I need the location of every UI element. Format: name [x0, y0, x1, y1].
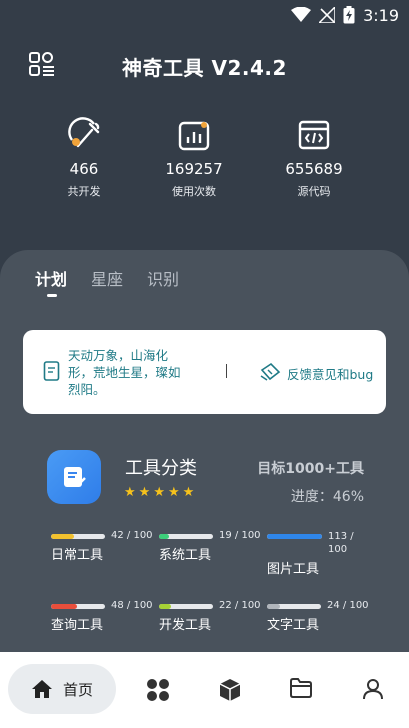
category-icon: [47, 450, 101, 504]
home-icon: [31, 680, 52, 698]
progress-bar: [267, 534, 322, 539]
stat-value: 466: [69, 160, 99, 178]
progress-bar: [51, 534, 105, 539]
user-icon[interactable]: [362, 678, 384, 700]
tool-name: 日常工具: [51, 548, 104, 563]
nav-home[interactable]: 首页: [8, 664, 116, 714]
tool-name: 系统工具: [159, 548, 212, 563]
app-header: 神奇工具 V2.4.2: [0, 44, 409, 84]
star-icon: ★: [182, 485, 195, 500]
wifi-icon: [291, 7, 312, 22]
stat-label: 共开发: [67, 185, 101, 198]
star-icon: ★: [153, 485, 165, 500]
progress-fill: [159, 604, 171, 609]
category-title: 工具分类: [125, 458, 197, 479]
tool-count: 42 / 100: [111, 530, 153, 541]
wrench-icon: [68, 117, 100, 148]
tool-count: 22 / 100: [219, 600, 261, 611]
progress-fill: [51, 534, 74, 539]
stat-source-code: 655689 源代码: [259, 114, 369, 199]
stat-developed: 466 共开发: [29, 114, 139, 199]
tool-count: 24 / 100: [327, 600, 369, 611]
star-icon: ★: [138, 485, 151, 500]
divider: [226, 364, 227, 378]
tool-count: 113 / 100: [328, 531, 354, 555]
star-icon: ★: [167, 485, 180, 500]
tab-constellation[interactable]: 星座: [91, 266, 123, 290]
nav-home-label: 首页: [62, 680, 93, 699]
tool-name: 查询工具: [51, 618, 104, 633]
stats-row: 466 共开发 169257 使用次数 655689 源代码: [0, 114, 409, 204]
progress-bar: [159, 604, 213, 609]
tool-name: 图片工具: [267, 562, 320, 577]
edit-note-icon: [64, 467, 86, 487]
code-icon: [298, 120, 330, 150]
rating-stars: ★ ★ ★ ★ ★: [124, 486, 194, 499]
progress-text: 进度：46%: [290, 489, 364, 505]
status-bar: 3:19: [0, 0, 409, 30]
feedback-link[interactable]: 反馈意见和bug: [287, 364, 373, 383]
goal-text: 目标1000+工具: [257, 461, 364, 477]
tab-recognize[interactable]: 识别: [147, 266, 179, 290]
quote-card: 天动万象，山海化形，荒地生星，璨如烈阳。 反馈意见和bug: [23, 330, 386, 414]
tool-name: 开发工具: [159, 618, 212, 633]
main-panel: 计划 星座 识别 天动万象，山海化形，荒地生星，璨如烈阳。 反馈意见和bug 工…: [0, 250, 409, 660]
stat-label: 源代码: [297, 185, 331, 198]
app-title: 神奇工具 V2.4.2: [122, 56, 287, 80]
tool-count: 48 / 100: [111, 600, 153, 611]
stat-label: 使用次数: [172, 185, 216, 198]
battery-charging-icon: [343, 6, 355, 24]
no-signal-icon: [319, 7, 336, 23]
stat-value: 169257: [165, 160, 223, 178]
progress-fill: [159, 534, 170, 539]
apps-icon[interactable]: [146, 678, 170, 702]
progress-bar: [51, 604, 105, 609]
tool-name: 文字工具: [267, 618, 320, 633]
stat-usage: 169257 使用次数: [139, 114, 249, 199]
progress-bar: [159, 534, 213, 539]
progress-fill: [51, 604, 77, 609]
star-icon: ★: [124, 485, 136, 500]
progress-fill: [267, 604, 280, 609]
stat-value: 655689: [285, 160, 343, 178]
tab-bar: 计划 星座 识别: [35, 266, 179, 297]
feedback-icon[interactable]: [259, 362, 281, 382]
progress-fill: [267, 534, 322, 539]
quote-text: 天动万象，山海化形，荒地生星，璨如烈阳。: [68, 348, 181, 397]
status-time: 3:19: [363, 5, 399, 25]
progress-bar: [267, 604, 321, 609]
tool-count: 19 / 100: [219, 530, 261, 541]
bottom-nav: 首页: [0, 652, 409, 728]
cube-icon[interactable]: [219, 678, 241, 702]
notepad-icon: [43, 361, 60, 381]
chart-icon: [178, 121, 210, 151]
folder-icon[interactable]: [290, 678, 312, 698]
tab-plan[interactable]: 计划: [35, 266, 67, 297]
